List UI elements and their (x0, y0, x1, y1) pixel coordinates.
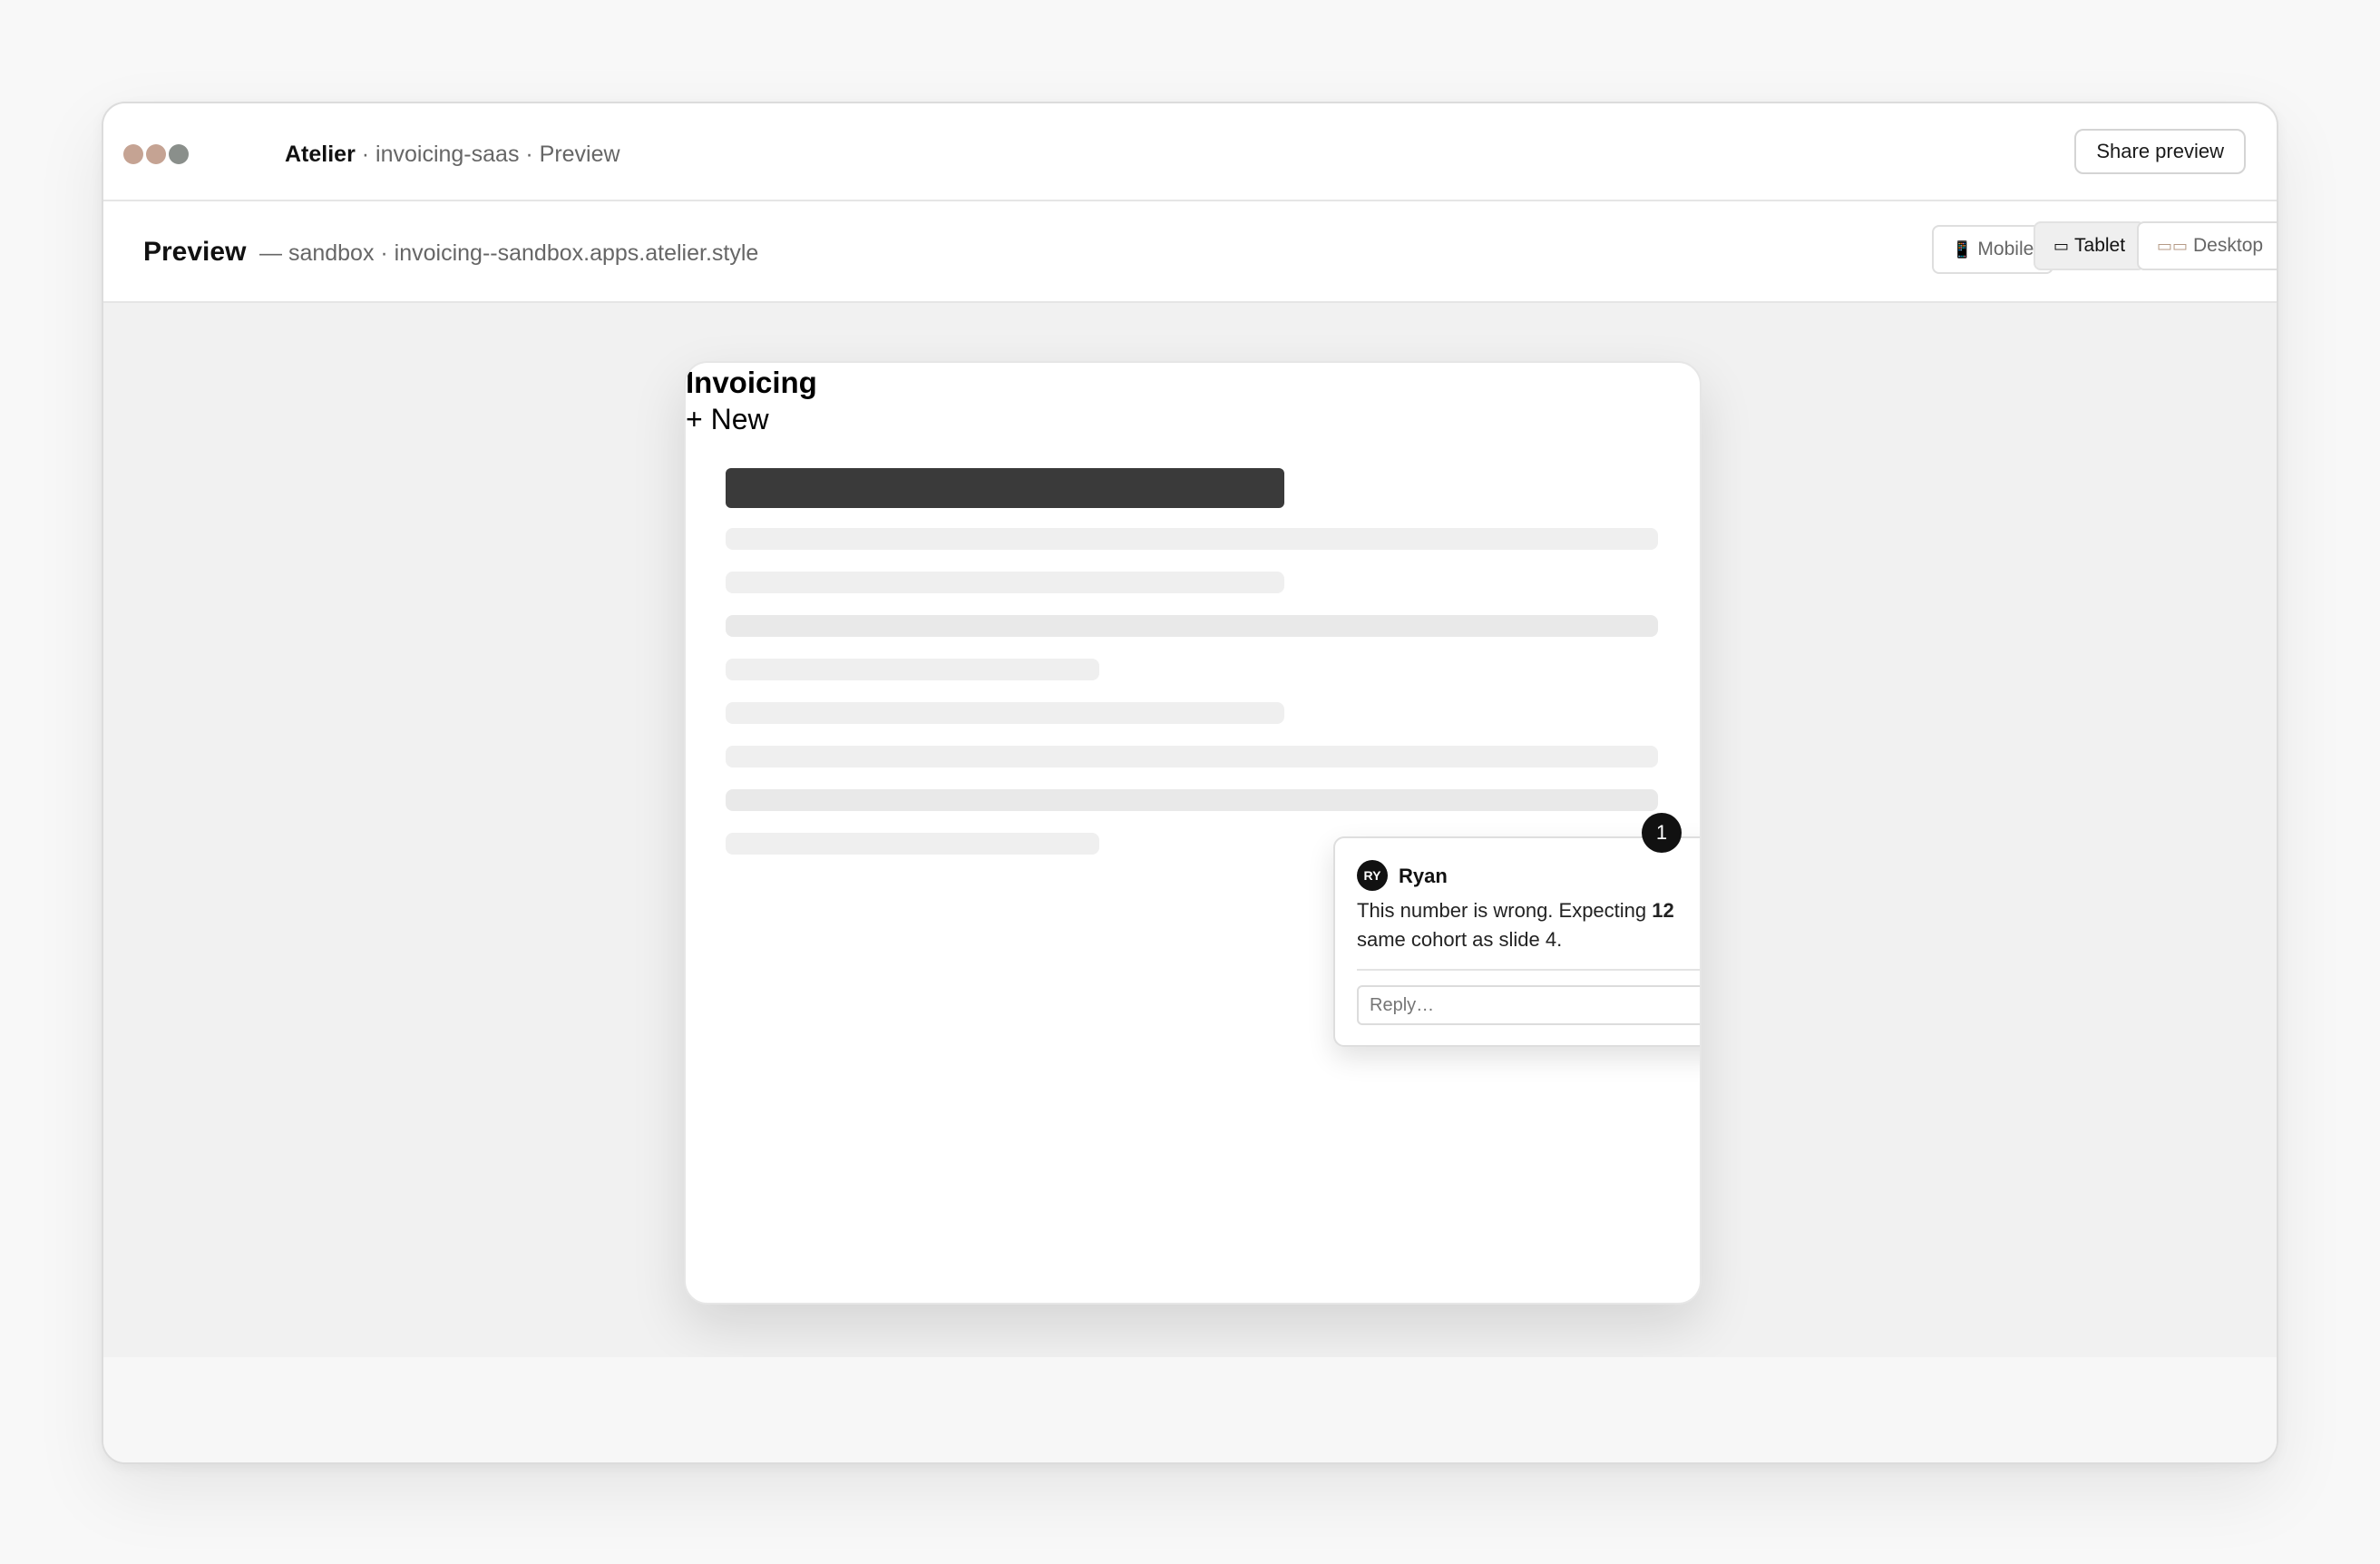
divider (1357, 969, 1700, 971)
reply-input[interactable] (1357, 985, 1700, 1025)
environment-url: — sandbox · invoicing--sandbox.apps.atel… (259, 240, 759, 266)
project-path: · invoicing-saas · Preview (355, 142, 620, 167)
new-invoice-button[interactable]: + New (686, 401, 769, 437)
skeleton-line (726, 615, 1658, 637)
app-name: Atelier (285, 142, 356, 167)
page-title: Preview (143, 237, 247, 267)
device-tablet-label: Tablet (2074, 235, 2126, 256)
tablet-device-frame: Invoicing + New 1 RY Ryan This number is… (684, 361, 1702, 1305)
minimize-window-dot[interactable] (146, 144, 166, 164)
device-tablet-button[interactable]: ▭ Tablet (2034, 221, 2146, 270)
comment-author: Ryan (1399, 865, 1448, 887)
device-desktop-label: Desktop (2193, 235, 2264, 256)
device-desktop-button[interactable]: ▭▭ Desktop (2137, 221, 2277, 270)
window-footer (103, 1357, 2277, 1462)
skeleton-line (726, 528, 1658, 550)
skeleton-line (726, 746, 1658, 767)
preview-stage: Invoicing + New 1 RY Ryan This number is… (103, 303, 2277, 1357)
share-preview-button[interactable]: Share preview (2074, 129, 2246, 174)
skeleton-line (726, 702, 1284, 724)
skeleton-line (726, 833, 1099, 855)
skeleton-line (726, 572, 1284, 593)
desktop-icon: ▭▭ (2157, 237, 2189, 255)
comment-body: This number is wrong. Expecting 12 same … (1357, 896, 1700, 954)
title-bar: Atelier · invoicing-saas · Preview Share… (103, 103, 2277, 201)
app-window: Atelier · invoicing-saas · Preview Share… (102, 102, 2278, 1464)
skeleton-line (726, 789, 1658, 811)
comment-popover: RY Ryan This number is wrong. Expecting … (1333, 836, 1700, 1047)
close-window-dot[interactable] (123, 144, 143, 164)
comment-text-line2: same cohort as slide 4. (1357, 928, 1563, 951)
comment-text-prefix: This number is wrong. Expecting (1357, 899, 1653, 922)
tablet-icon: ▭ (2053, 237, 2070, 255)
avatar: RY (1357, 860, 1388, 891)
skeleton-header-bar (726, 468, 1284, 508)
device-mobile-label: Mobile (1977, 239, 2034, 259)
comment-pin[interactable]: 1 (1642, 813, 1682, 853)
window-title: Atelier · invoicing-saas · Preview (285, 140, 620, 169)
preview-toolbar: Preview — sandbox · invoicing--sandbox.a… (103, 201, 2277, 303)
maximize-window-dot[interactable] (169, 144, 189, 164)
skeleton-line (726, 659, 1099, 680)
comment-text-bold: 12 (1652, 899, 1674, 922)
phone-icon: 📱 (1952, 240, 1973, 259)
app-heading: Invoicing (686, 366, 817, 399)
